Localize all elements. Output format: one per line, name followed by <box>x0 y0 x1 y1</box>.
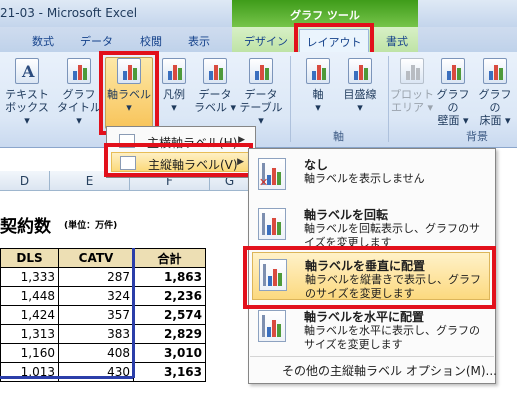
no-axis-title-icon: ✕ <box>258 158 286 190</box>
option-horizontal-title[interactable]: 軸ラベルを水平に配置 軸ラベルを水平に表示し、グラフのサイズを変更します <box>252 304 490 352</box>
table-cell[interactable]: 1,424 <box>0 305 59 325</box>
data-labels-icon <box>203 58 227 84</box>
header-dls[interactable]: DLS <box>0 248 59 268</box>
chart-title-button[interactable]: グラフ タイトル ▾ <box>54 58 104 127</box>
window-title: 21-03 - Microsoft Excel <box>0 6 138 20</box>
group-label-axes: 軸 <box>333 130 344 143</box>
table-cell[interactable]: 1,333 <box>0 267 59 287</box>
table-row: 1,424 357 2,574 <box>0 305 206 325</box>
text-box-label: テキスト ボックス ▾ <box>5 88 49 127</box>
option-title: 軸ラベルを回転 <box>304 208 389 222</box>
text-box-icon <box>15 58 39 84</box>
table-cell[interactable]: 1,313 <box>0 324 59 344</box>
table-cell[interactable]: 2,236 <box>133 286 206 306</box>
tab-review[interactable]: 校閲 <box>140 33 162 49</box>
table-row: 1,313 383 2,829 <box>0 324 206 344</box>
table-cell[interactable]: 1,448 <box>0 286 59 306</box>
axes-button[interactable]: 軸 ▾ <box>298 58 338 114</box>
axis-labels-highlight <box>99 51 159 135</box>
table-cell[interactable]: 1,863 <box>133 267 206 287</box>
horizontal-title-icon <box>258 310 286 342</box>
chart-wall-button[interactable]: グラフの 壁面 ▾ <box>432 58 474 127</box>
chart-title-label: グラフ タイトル ▾ <box>57 88 101 127</box>
data-table: DLS CATV 合計 1,333 287 1,863 1,448 324 2,… <box>0 248 206 382</box>
chart-floor-icon <box>483 58 507 84</box>
plot-area-icon <box>400 58 424 84</box>
table-cell[interactable]: 408 <box>58 343 134 363</box>
table-row: 1,448 324 2,236 <box>0 286 206 306</box>
plot-area-button: プロット エリア ▾ <box>390 58 434 114</box>
table-cell[interactable]: 2,574 <box>133 305 206 325</box>
menu-separator <box>250 356 494 357</box>
tab-formulas[interactable]: 数式 <box>32 33 54 49</box>
option-title: なし <box>304 158 329 172</box>
chart-title-icon <box>67 58 91 84</box>
tab-design[interactable]: デザイン <box>244 33 288 49</box>
legend-icon <box>162 58 186 84</box>
col-header-d[interactable]: D <box>0 171 50 191</box>
ribbon-separator <box>388 56 389 142</box>
table-cell[interactable]: 3,163 <box>133 362 206 382</box>
chart-range-border <box>132 248 135 378</box>
tab-data[interactable]: データ <box>80 33 113 49</box>
data-labels-label: データ ラベル ▾ <box>193 88 237 114</box>
table-row: 1,333 287 1,863 <box>0 267 206 287</box>
option-desc: 軸ラベルを水平に表示し、グラフのサイズを変更します <box>304 324 480 351</box>
chart-range-border <box>0 376 133 379</box>
table-header-row: DLS CATV 合計 <box>0 248 206 268</box>
sheet-unit: (単位：万件) <box>64 221 118 231</box>
text-box-button[interactable]: テキスト ボックス ▾ <box>2 58 52 127</box>
header-total[interactable]: 合計 <box>133 248 206 268</box>
legend-label: 凡例 ▾ <box>163 88 185 114</box>
data-labels-button[interactable]: データ ラベル ▾ <box>193 58 237 114</box>
chart-wall-icon <box>441 58 465 84</box>
rotated-title-icon <box>258 208 286 240</box>
legend-button[interactable]: 凡例 ▾ <box>154 58 194 114</box>
option-rotated-title[interactable]: 軸ラベルを回転 軸ラベルを回転表示し、グラフのサイズを変更します <box>252 202 490 250</box>
group-label-background: 背景 <box>466 130 488 143</box>
data-table-button[interactable]: データ テーブル ▾ <box>237 58 285 127</box>
table-cell[interactable]: 383 <box>58 324 134 344</box>
gridlines-button[interactable]: 目盛線 ▾ <box>336 58 384 114</box>
table-cell[interactable]: 1,160 <box>0 343 59 363</box>
table-row: 1,160 408 3,010 <box>0 343 206 363</box>
axes-icon <box>306 58 330 84</box>
plot-area-label: プロット エリア ▾ <box>390 88 434 114</box>
option-desc: 軸ラベルを表示しません <box>304 172 425 185</box>
more-vertical-axis-title-options[interactable]: その他の主縦軸ラベル オプション(M)... <box>282 362 497 379</box>
sheet-title: 契約数 <box>0 217 51 237</box>
option-title: 軸ラベルを水平に配置 <box>304 310 425 324</box>
table-cell[interactable]: 2,829 <box>133 324 206 344</box>
axes-label: 軸 ▾ <box>312 88 324 114</box>
chart-floor-label: グラフの 床面 ▾ <box>478 88 512 127</box>
table-cell[interactable]: 357 <box>58 305 134 325</box>
vertical-axis-label-highlight <box>104 143 253 177</box>
ribbon-separator <box>290 56 291 142</box>
tab-view[interactable]: 表示 <box>188 33 210 49</box>
header-catv[interactable]: CATV <box>58 248 134 268</box>
table-cell[interactable]: 324 <box>58 286 134 306</box>
vertical-option-highlight <box>243 246 496 309</box>
gridlines-icon <box>348 58 372 84</box>
tab-format[interactable]: 書式 <box>386 33 408 49</box>
gridlines-label: 目盛線 ▾ <box>343 88 377 114</box>
chart-wall-label: グラフの 壁面 ▾ <box>436 88 470 127</box>
option-none[interactable]: ✕ なし 軸ラベルを表示しません <box>252 152 490 200</box>
table-cell[interactable]: 3,010 <box>133 343 206 363</box>
table-cell[interactable]: 287 <box>58 267 134 287</box>
chart-floor-button[interactable]: グラフの 床面 ▾ <box>474 58 516 127</box>
data-table-label: データ テーブル ▾ <box>239 88 283 127</box>
data-table-icon <box>249 58 273 84</box>
